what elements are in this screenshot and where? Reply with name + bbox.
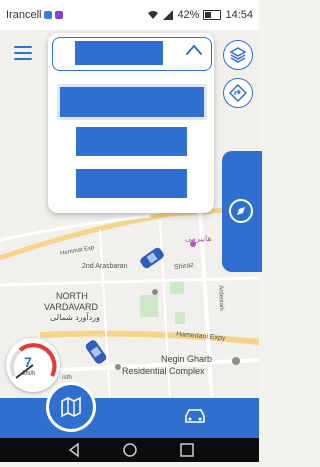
map-icon [61,396,81,418]
map-tab-button[interactable] [46,382,96,432]
system-navigation-bar [0,438,259,462]
map-label-negin-gharb: Negin Gharb [161,354,213,364]
battery-percent: 42% [177,9,200,21]
layers-button[interactable] [223,40,253,70]
bottom-navigation [0,398,259,438]
speed-unit: km/h [22,371,36,377]
map-label-area-fa: وردآورد شمالی [50,313,100,322]
chevron-up-icon[interactable] [186,44,202,56]
home-icon [123,443,137,457]
app-notification-icon [55,11,64,19]
compass-icon[interactable] [228,198,254,224]
map-label-ardestani: Ardestani [217,285,225,311]
status-right: 42% 14:54 [147,9,253,21]
car-tab-button[interactable] [182,405,208,427]
map-label-bottom-street: Isth [62,375,72,381]
carrier-label: Irancell [6,9,42,21]
hamburger-icon[interactable] [14,46,32,60]
route-button[interactable] [223,78,253,108]
layers-icon [229,47,247,63]
map-label-north: NORTH [56,291,88,301]
map-label-vardavard: VARDAVARD [44,302,99,312]
signal-icon [163,10,174,20]
wifi-icon [148,11,159,19]
back-icon [68,442,79,458]
selected-value-redacted [75,41,163,65]
map-label-2nd-arasbaran: 2nd Arasbaran [82,263,128,270]
map-label-persian-top: هایپرمی [185,234,212,243]
speed-value: 7 [24,354,32,370]
clock: 14:54 [225,9,253,21]
system-nav-icons [68,442,194,458]
dropdown-option[interactable] [76,127,187,156]
status-left: Irancell [6,9,64,21]
route-diamond-icon [229,84,247,102]
map-label-residential: Residential Complex [122,366,205,376]
battery-icon [203,10,222,20]
dropdown-option[interactable] [76,169,187,198]
recents-icon [180,443,194,457]
notification-icon [44,11,53,19]
dropdown-option-highlighted[interactable] [57,84,207,120]
car-icon [185,409,205,423]
